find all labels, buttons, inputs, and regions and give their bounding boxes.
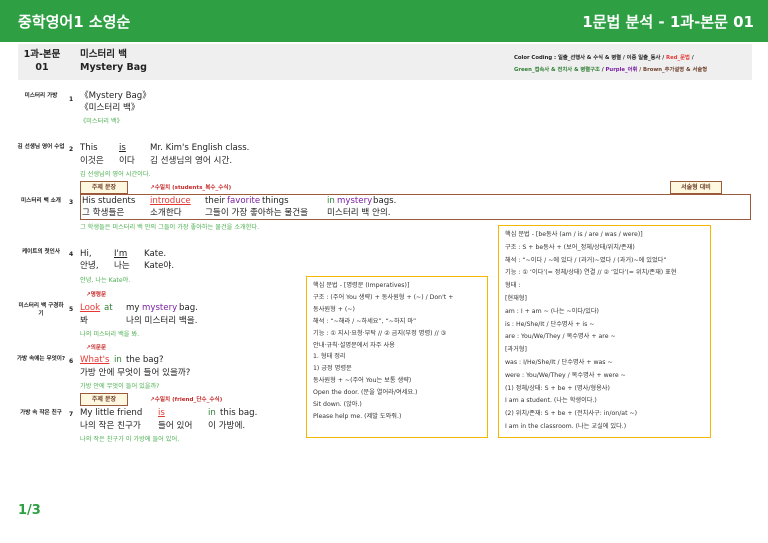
color-coding-legend: Color Coding : 일출_선행사 & 수식 & 병렬 / 이중 일출_… bbox=[514, 55, 708, 73]
word-en: favorite bbox=[227, 196, 261, 206]
sentence-en: 《Mystery Bag》 bbox=[80, 91, 151, 101]
word-en: His students bbox=[82, 196, 136, 206]
word-en: My little friend bbox=[80, 408, 143, 418]
translation: 안녕, 나는 Kate야. bbox=[80, 277, 131, 284]
topic-sentence-tag: 주제 문장 bbox=[80, 393, 128, 406]
word-ko: 봐 bbox=[80, 316, 88, 326]
translation: 나의 미스터리 백을 봐. bbox=[80, 331, 140, 338]
document-title: 중학영어1 소영순 bbox=[18, 13, 131, 31]
word-en: Look bbox=[80, 303, 101, 313]
word-ko: 그들이 가장 좋아하는 물건을 bbox=[205, 208, 309, 218]
word-en: I'm bbox=[114, 249, 128, 259]
word-ko: 소개한다 bbox=[150, 208, 182, 218]
imperative-grammar-box: 핵심 문법 - [명령문 (Imperatives)] 구조 : (주어 You … bbox=[306, 276, 488, 438]
word-en: in bbox=[208, 408, 216, 418]
row-number: 5 bbox=[69, 306, 74, 313]
translation: 《미스터리 백》 bbox=[80, 118, 123, 125]
word-ko: 그 학생들은 bbox=[82, 208, 125, 218]
row-number: 1 bbox=[69, 96, 74, 103]
row-label: 미스터리 가방 bbox=[24, 93, 58, 99]
grammar-note: ↗명령문 bbox=[86, 292, 107, 298]
word-en: this bag. bbox=[220, 408, 258, 418]
word-ko: 이것은 bbox=[80, 156, 104, 166]
word-en: Mr. Kim's English class. bbox=[150, 143, 250, 153]
word-en: in bbox=[327, 196, 335, 206]
word-ko: 미스터리 백 안의. bbox=[327, 208, 391, 218]
header-bar: 중학영어1 소영순 1문법 분석 - 1과-본문 01 bbox=[0, 0, 768, 42]
word-en: my bbox=[126, 303, 140, 313]
word-ko: 나는 bbox=[114, 261, 130, 271]
word-en: What's bbox=[80, 355, 110, 365]
word-en: in bbox=[114, 355, 122, 365]
sentence-ko: 《미스터리 백》 bbox=[80, 103, 140, 113]
grammar-note: ↗의문문 bbox=[86, 345, 107, 351]
row-number: 3 bbox=[69, 199, 74, 206]
chapter-label: 1과-본문 01 bbox=[23, 49, 61, 73]
translation: 나의 작은 친구가 이 가방에 들어 있어. bbox=[80, 436, 180, 443]
word-en: their bbox=[205, 196, 226, 206]
word-en: Hi, bbox=[80, 249, 92, 259]
word-ko: 안녕, bbox=[80, 261, 99, 271]
word-en: things bbox=[262, 196, 289, 206]
word-ko: 김 선생님의 영어 시간. bbox=[150, 156, 233, 166]
row-label: 가방 속에는 무엇이? bbox=[16, 356, 66, 362]
translation: 그 학생들은 미스터리 백 안의 그들이 가장 좋아하는 물건을 소개한다. bbox=[80, 224, 260, 231]
word-en: Kate. bbox=[144, 249, 167, 259]
word-ko: 이 가방에. bbox=[208, 421, 246, 431]
row-number: 2 bbox=[69, 146, 74, 153]
word-en: This bbox=[80, 143, 98, 153]
be-verb-grammar-box: 핵심 문법 - [be동사 (am / is / are / was / wer… bbox=[498, 225, 711, 438]
word-ko: 이다 bbox=[119, 156, 135, 166]
word-ko: 나의 미스터리 백을. bbox=[126, 316, 198, 326]
row-number: 7 bbox=[69, 411, 74, 418]
row-number: 6 bbox=[69, 358, 74, 365]
word-en: bag. bbox=[179, 303, 198, 313]
row-label: 가방 속 작은 친구 bbox=[20, 410, 62, 416]
topic-sentence-tag: 주제 문장 bbox=[80, 181, 128, 194]
word-en: mystery bbox=[337, 196, 373, 206]
word-ko: Kate야. bbox=[144, 261, 175, 271]
row-label: 미스터리 백 구경하기 bbox=[18, 303, 64, 317]
word-en: at bbox=[104, 303, 113, 313]
translation: 가방 안에 무엇이 들어 있을까? bbox=[80, 383, 160, 390]
row-label: 케이트의 첫인사 bbox=[22, 249, 60, 255]
word-ko: 들어 있어 bbox=[158, 421, 193, 431]
word-en: mystery bbox=[142, 303, 178, 313]
word-en: is bbox=[158, 408, 165, 418]
word-ko: 나의 작은 친구가 bbox=[80, 421, 141, 431]
row-label: 미스터리 백 소개 bbox=[21, 198, 61, 204]
lesson-title: 미스터리 백 Mystery Bag bbox=[80, 49, 147, 73]
sentence-ko: 가방 안에 무엇이 들어 있을까? bbox=[80, 368, 191, 378]
word-en: the bag? bbox=[126, 355, 164, 365]
word-en: is bbox=[119, 143, 126, 153]
translation: 김 선생님의 영어 시간이다. bbox=[80, 171, 151, 178]
word-en: bags. bbox=[373, 196, 397, 206]
grammar-note: ↗수일치 (friend_단수_수식) bbox=[150, 397, 223, 403]
essay-prep-tag: 서술형 대비 bbox=[670, 181, 722, 194]
row-label: 김 선생님 영어 수업 bbox=[17, 144, 65, 150]
word-en: introduce bbox=[150, 196, 191, 206]
grammar-note: ↗수일치 (students_복수_수식) bbox=[150, 185, 232, 191]
section-title: 1문법 분석 - 1과-본문 01 bbox=[582, 13, 754, 31]
page-number: 1/3 bbox=[18, 503, 41, 518]
row-number: 4 bbox=[69, 251, 74, 258]
